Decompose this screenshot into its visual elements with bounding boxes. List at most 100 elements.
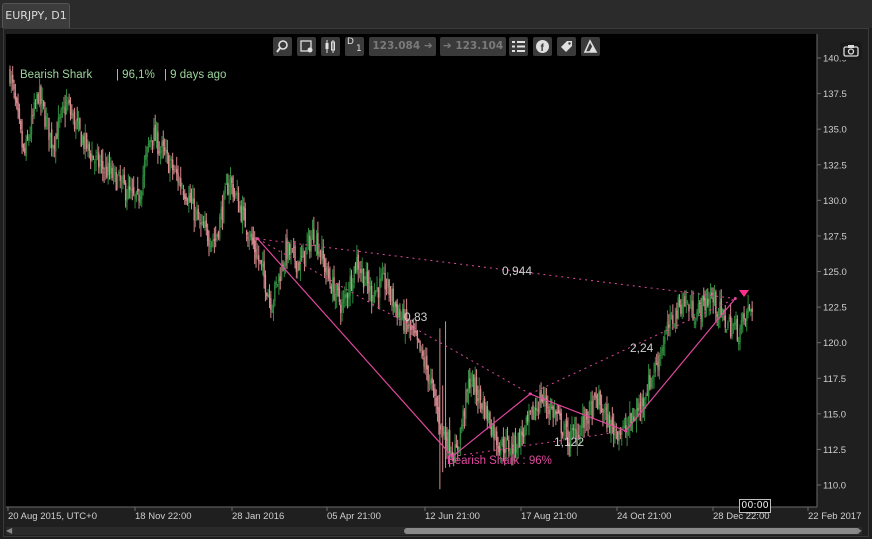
candle-body [182,190,185,196]
candle-body [614,429,616,439]
candle-body [693,322,696,324]
candle-body [748,305,751,309]
candle-body [318,251,320,257]
candle-body [559,411,561,416]
candle-body [395,301,397,307]
candlestick-icon [325,40,335,53]
candle-body [72,113,74,118]
share-button[interactable]: f [533,37,552,56]
candle-body [486,405,488,421]
candle-body [76,118,78,121]
candle-body [65,100,68,112]
alert-button[interactable] [557,37,576,56]
candle-body [564,423,566,431]
scrollbar-thumb[interactable] [404,528,860,534]
candle-body [713,292,716,303]
candle-body [210,241,213,248]
candle-body [595,395,597,399]
candle-body [270,298,272,310]
candle-body [463,411,466,417]
candle-body [10,75,13,84]
candle-body [434,388,436,396]
screenshot-button[interactable] [840,42,862,60]
candle-body [221,206,224,221]
candle-body [646,394,648,396]
candle-body [45,116,48,127]
candle-body [529,411,532,413]
candle-body [622,425,624,429]
scroll-right-arrow-icon[interactable]: ▶ [856,527,862,535]
candle-body [399,309,401,317]
horizontal-scrollbar[interactable]: ◀ ▶ [6,527,862,535]
candle-body [204,223,206,227]
candle-body [272,301,275,309]
candle-body [436,407,439,410]
candle-body [353,266,355,284]
candle-body [95,155,97,161]
candle-body [673,325,675,327]
chart-canvas[interactable]: 110.0 112.5 115.0 117.5 120.0 122.5 125.0 127.5… [0,0,872,539]
candle-body [642,398,644,406]
candle-body [150,137,152,142]
candle-body [467,380,470,393]
candle-body [668,324,670,328]
chart-settings-button[interactable] [297,37,316,56]
candle-body [287,242,290,259]
candle-body [580,425,583,429]
candle-body [481,403,483,409]
buy-price-button[interactable]: ➔ 123.104 [440,37,506,56]
candle-body [521,431,523,436]
candle-body [393,303,396,308]
candle-body [650,377,653,388]
candle-body [649,375,651,389]
candle-body [563,431,565,434]
candle-body [557,410,560,413]
candle-body [388,279,390,296]
candle-body [672,315,674,324]
candle-body [431,377,433,384]
candle-body [267,293,269,298]
candle-body [67,103,69,104]
candle-body [276,283,279,285]
candle-body [680,304,682,314]
pattern-filter-button[interactable] [581,37,600,56]
candle-body [471,374,474,382]
candle-body [690,299,693,311]
period-label: D [347,37,354,47]
candle-body [209,245,212,247]
candle-body [664,336,666,344]
candle-body [341,302,343,311]
chart-type-button[interactable] [321,37,340,56]
candle-body [547,407,549,409]
candle-body [60,110,62,118]
sell-price-button[interactable]: 123.084 ➔ [369,37,436,56]
scroll-left-arrow-icon[interactable]: ◀ [6,527,12,535]
time-cursor-text: 00:00 [741,500,769,511]
candle-body [216,234,218,238]
candle-body [708,299,710,304]
candle-body [573,428,576,431]
zoom-button[interactable] [273,37,292,56]
time-tick-label: 22 Feb 2017 [808,511,861,522]
candle-body [427,366,429,382]
candle-body [344,294,346,299]
candle-body [518,432,521,448]
candle-body [57,117,60,137]
candle-body [516,448,518,454]
candle-body [725,329,728,331]
pattern-label: Bearish Shark : 96% [447,455,552,467]
candle-body [655,363,658,365]
orders-list-button[interactable] [509,37,528,56]
candle-body [13,84,15,90]
candle-body [611,416,614,425]
candle-body [240,205,242,222]
arrow-right-icon: ➔ [423,40,433,52]
candle-body [177,172,179,183]
candle-body [130,188,132,193]
pattern-point-b [528,392,532,396]
candle-body [548,409,550,415]
candle-body [94,162,96,163]
period-button[interactable]: D 1 [345,37,364,56]
candle-body [206,229,209,241]
candle-body [740,319,743,330]
